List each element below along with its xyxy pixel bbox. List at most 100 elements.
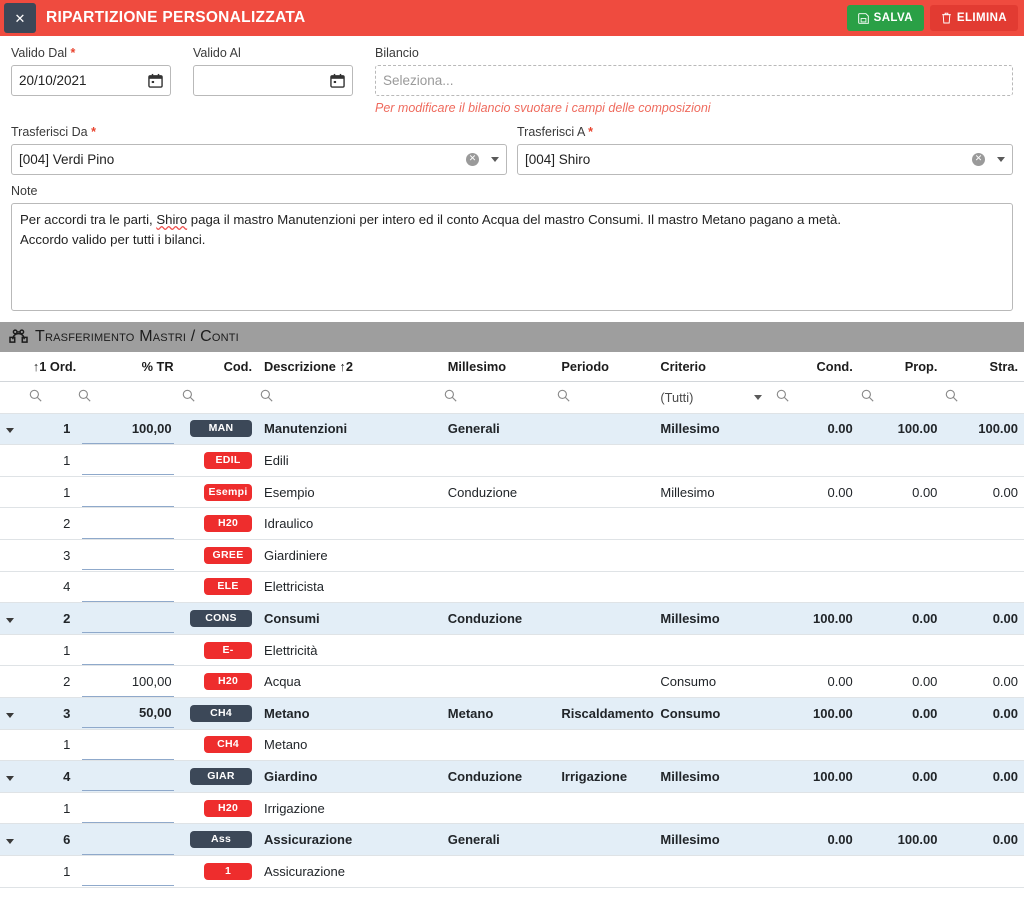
table-row[interactable]: 2 H20 Idraulico bbox=[0, 507, 1024, 540]
row-expander-cell[interactable] bbox=[0, 760, 27, 793]
cell-percent-tr-input[interactable] bbox=[76, 634, 180, 667]
expand-caret-icon[interactable] bbox=[6, 775, 14, 781]
percent-tr-input[interactable] bbox=[82, 761, 174, 792]
calendar-icon[interactable] bbox=[330, 73, 345, 88]
table-row[interactable]: 1 H20 Irrigazione bbox=[0, 792, 1024, 825]
table-row[interactable]: 4 GIAR Giardino Conduzione Irrigazione Milles… bbox=[0, 760, 1024, 793]
percent-tr-input[interactable] bbox=[82, 445, 174, 476]
col-millesimo[interactable]: Millesimo bbox=[441, 352, 556, 382]
table-row[interactable]: 1 CH4 Metano bbox=[0, 729, 1024, 762]
filter-periodo[interactable] bbox=[555, 381, 655, 414]
filter-descrizione[interactable] bbox=[258, 381, 442, 414]
chevron-down-icon[interactable] bbox=[754, 394, 763, 400]
valido-dal-input[interactable]: 20/10/2021 bbox=[11, 65, 171, 96]
percent-tr-input[interactable]: 100,00 bbox=[82, 414, 174, 444]
expand-caret-icon[interactable] bbox=[6, 839, 14, 845]
table-row[interactable]: 6 Ass Assicurazione Generali Millesimo 0.00 10… bbox=[0, 823, 1024, 856]
row-expander-cell[interactable] bbox=[0, 413, 27, 446]
delete-button[interactable]: ELIMINA bbox=[929, 5, 1018, 31]
row-expander-cell[interactable] bbox=[0, 697, 27, 730]
cell-percent-tr-input[interactable]: 100,00 bbox=[76, 413, 180, 446]
trasferisci-da-select[interactable]: [004] Verdi Pino ✕ bbox=[11, 144, 507, 175]
cell-percent-tr-input[interactable] bbox=[76, 855, 180, 888]
percent-tr-input[interactable] bbox=[82, 603, 174, 634]
clear-icon[interactable]: ✕ bbox=[466, 153, 479, 166]
chevron-down-icon[interactable] bbox=[997, 157, 1005, 162]
table-row[interactable]: 1 1 Assicurazione bbox=[0, 855, 1024, 888]
save-button[interactable]: SALVA bbox=[846, 5, 924, 31]
close-button[interactable]: ✕ bbox=[4, 3, 36, 33]
cell-percent-tr-input[interactable]: 100,00 bbox=[76, 665, 180, 698]
filter-millesimo[interactable] bbox=[441, 381, 556, 414]
col-stra[interactable]: Stra. bbox=[943, 352, 1024, 382]
cell-ord: 3 bbox=[26, 697, 77, 730]
percent-tr-input[interactable] bbox=[82, 856, 174, 887]
percent-tr-input[interactable] bbox=[82, 793, 174, 823]
bilancio-select[interactable]: Seleziona... bbox=[375, 65, 1013, 96]
percent-tr-input[interactable]: 50,00 bbox=[82, 698, 174, 729]
filter-ord[interactable] bbox=[26, 381, 77, 414]
valido-al-input[interactable] bbox=[193, 65, 353, 96]
cell-percent-tr-input[interactable] bbox=[76, 760, 180, 793]
note-textarea[interactable]: Per accordi tra le parti, Shiro paga il … bbox=[11, 203, 1013, 311]
percent-tr-input[interactable] bbox=[82, 572, 174, 602]
percent-tr-input[interactable] bbox=[82, 730, 174, 760]
cell-percent-tr-input[interactable] bbox=[76, 539, 180, 572]
percent-tr-input[interactable] bbox=[82, 509, 174, 539]
chevron-down-icon[interactable] bbox=[491, 157, 499, 162]
cell-percent-tr-input[interactable] bbox=[76, 571, 180, 604]
expand-caret-icon[interactable] bbox=[6, 428, 14, 434]
table-row[interactable]: 3 50,00 CH4 Metano Metano Riscaldamento Consum… bbox=[0, 697, 1024, 730]
table-row[interactable]: 1 EDIL Edili bbox=[0, 444, 1024, 477]
cell-percent-tr-input[interactable] bbox=[76, 792, 180, 825]
percent-tr-input[interactable] bbox=[82, 825, 174, 855]
col-ord[interactable]: ↑1 Ord. bbox=[26, 352, 77, 382]
code-badge: Ass bbox=[190, 831, 253, 849]
trasferisci-a-select[interactable]: [004] Shiro ✕ bbox=[517, 144, 1013, 175]
percent-tr-input[interactable]: 100,00 bbox=[82, 667, 174, 697]
expand-caret-icon[interactable] bbox=[6, 712, 14, 718]
cell-cond bbox=[774, 507, 859, 540]
table-row[interactable]: 4 ELE Elettricista bbox=[0, 571, 1024, 604]
filter-percent-tr[interactable] bbox=[76, 381, 180, 414]
table-row[interactable]: 2 CONS Consumi Conduzione Millesimo 100.00 0.0… bbox=[0, 602, 1024, 635]
filter-criterio-select[interactable]: (Tutti) bbox=[654, 381, 775, 414]
percent-tr-input[interactable] bbox=[82, 477, 174, 507]
bilancio-hint: Per modificare il bilancio svuotare i ca… bbox=[375, 101, 711, 115]
cell-criterio: Consumo bbox=[654, 665, 775, 698]
row-expander-cell[interactable] bbox=[0, 602, 27, 635]
col-prop[interactable]: Prop. bbox=[858, 352, 944, 382]
cell-percent-tr-input[interactable] bbox=[76, 507, 180, 540]
cell-percent-tr-input[interactable] bbox=[76, 729, 180, 762]
table-row[interactable]: 1 E- Elettricità bbox=[0, 634, 1024, 667]
cell-descrizione: Consumi bbox=[258, 602, 442, 635]
col-criterio[interactable]: Criterio bbox=[654, 352, 775, 382]
table-row[interactable]: 1 100,00 MAN Manutenzioni Generali Millesimo 0… bbox=[0, 413, 1024, 446]
cell-percent-tr-input[interactable] bbox=[76, 823, 180, 856]
cell-millesimo bbox=[441, 634, 556, 667]
cell-stra: 0.00 bbox=[943, 476, 1024, 509]
clear-icon[interactable]: ✕ bbox=[972, 153, 985, 166]
percent-tr-input[interactable] bbox=[82, 635, 174, 665]
table-row[interactable]: 3 GREE Giardiniere bbox=[0, 539, 1024, 572]
table-row[interactable]: 2 100,00 H20 Acqua Consumo 0.00 0.00 0.00 bbox=[0, 665, 1024, 698]
cell-percent-tr-input[interactable] bbox=[76, 476, 180, 509]
col-periodo[interactable]: Periodo bbox=[555, 352, 655, 382]
col-cod[interactable]: Cod. bbox=[179, 352, 259, 382]
col-cond[interactable]: Cond. bbox=[774, 352, 859, 382]
col-percent-tr[interactable]: % TR bbox=[76, 352, 180, 382]
percent-tr-input[interactable] bbox=[82, 540, 174, 571]
cell-stra bbox=[943, 571, 1024, 604]
table-row[interactable]: 1 Esempi Esempio Conduzione Millesimo 0.00 0.0… bbox=[0, 476, 1024, 509]
calendar-icon[interactable] bbox=[148, 73, 163, 88]
expand-caret-icon[interactable] bbox=[6, 617, 14, 623]
filter-cod[interactable] bbox=[179, 381, 259, 414]
cell-percent-tr-input[interactable]: 50,00 bbox=[76, 697, 180, 730]
cell-percent-tr-input[interactable] bbox=[76, 602, 180, 635]
filter-prop[interactable] bbox=[858, 381, 944, 414]
col-descrizione[interactable]: Descrizione ↑2 bbox=[258, 352, 442, 382]
row-expander-cell[interactable] bbox=[0, 823, 27, 856]
filter-stra[interactable] bbox=[943, 381, 1024, 414]
filter-cond[interactable] bbox=[774, 381, 859, 414]
cell-percent-tr-input[interactable] bbox=[76, 444, 180, 477]
